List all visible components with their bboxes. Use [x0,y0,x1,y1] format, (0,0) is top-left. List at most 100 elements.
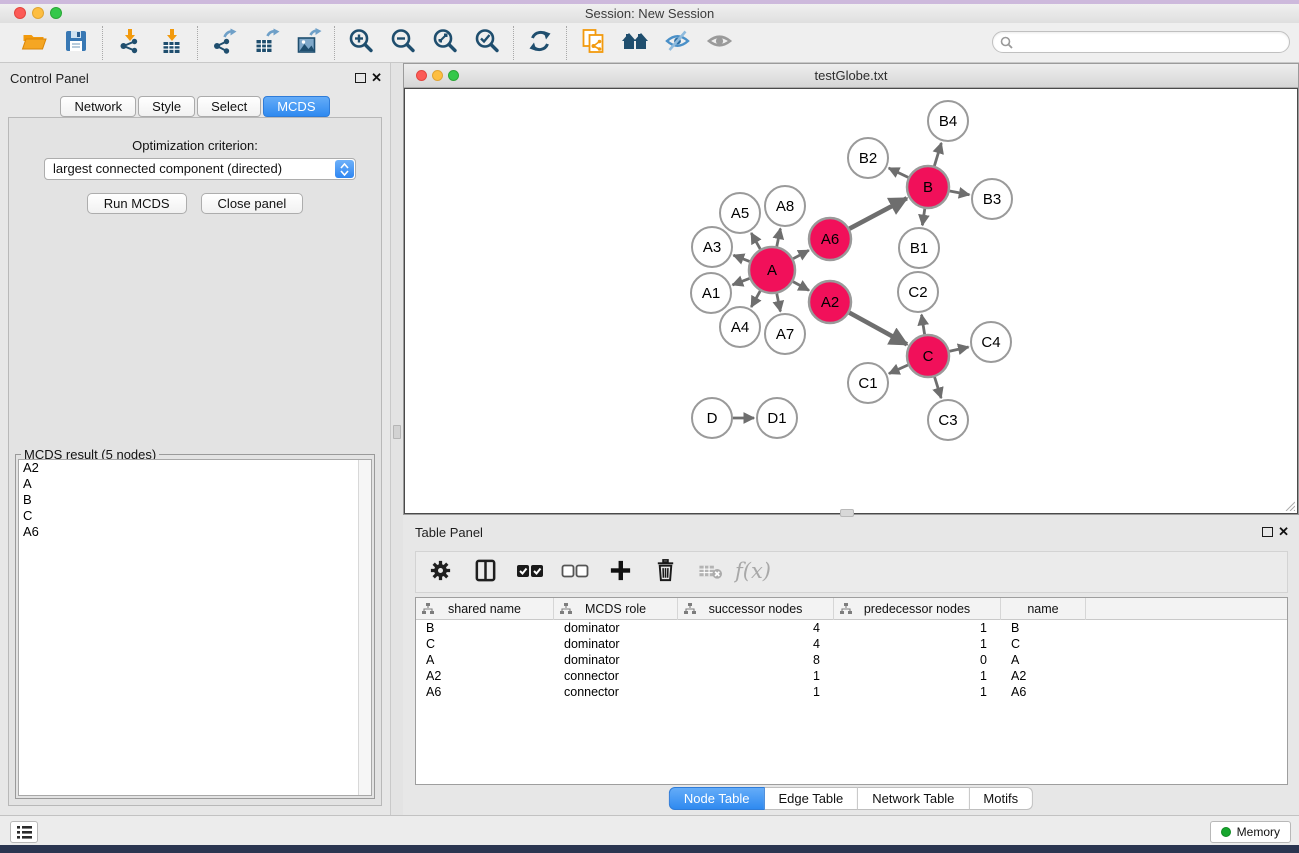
graph-node-A6[interactable]: A6 [809,218,851,260]
cell-shared-name[interactable]: A [416,652,554,668]
graph-node-C1[interactable]: C1 [848,363,888,403]
close-table-panel-icon[interactable]: ✕ [1278,527,1289,537]
zoom-out-button[interactable] [385,26,421,60]
cell-predecessor-nodes[interactable]: 0 [834,652,1001,668]
tab-network-table[interactable]: Network Table [858,787,969,810]
graph-node-A8[interactable]: A8 [765,186,805,226]
close-panel-icon[interactable]: ✕ [371,73,382,83]
memory-button[interactable]: Memory [1210,821,1291,843]
graph-node-D[interactable]: D [692,398,732,438]
graph-node-A2[interactable]: A2 [809,281,851,323]
cell-MCDS-role[interactable]: dominator [554,620,678,636]
graph-node-C2[interactable]: C2 [898,272,938,312]
graph-node-C3[interactable]: C3 [928,400,968,440]
zoom-in-button[interactable] [343,26,379,60]
cell-shared-name[interactable]: C [416,636,554,652]
result-item-A[interactable]: A [19,476,371,492]
graph-node-A5[interactable]: A5 [720,193,760,233]
column-header-predecessor-nodes[interactable]: predecessor nodes [834,598,1001,620]
document-network-button[interactable] [575,26,611,60]
column-header-shared-name[interactable]: shared name [416,598,554,620]
edge-A2-C[interactable] [849,313,907,345]
refresh-button[interactable] [522,26,558,60]
cell-predecessor-nodes[interactable]: 1 [834,636,1001,652]
cell-predecessor-nodes[interactable]: 1 [834,620,1001,636]
float-panel-icon[interactable] [355,73,366,83]
run-mcds-button[interactable]: Run MCDS [87,193,187,214]
result-scrollbar[interactable] [358,460,371,795]
graph-node-C4[interactable]: C4 [971,322,1011,362]
table-row[interactable]: Bdominator41B [416,620,1287,636]
cell-successor-nodes[interactable]: 1 [678,668,834,684]
cell-predecessor-nodes[interactable]: 1 [834,668,1001,684]
tab-select[interactable]: Select [197,96,261,117]
edge-A-A6[interactable] [793,250,809,258]
tab-network[interactable]: Network [60,96,136,117]
edge-B-B1[interactable] [922,209,924,225]
edge-C-C1[interactable] [889,365,908,374]
edge-A-A1[interactable] [733,278,750,284]
cell-shared-name[interactable]: A6 [416,684,554,700]
graph-node-C[interactable]: C [907,335,949,377]
edge-A-A7[interactable] [777,294,781,312]
edge-B-B2[interactable] [889,168,908,177]
select-all-button[interactable] [516,557,544,587]
edge-A-A5[interactable] [751,233,760,249]
zoom-selected-button[interactable] [469,26,505,60]
open-folder-button[interactable] [16,26,52,60]
cell-name[interactable]: C [1001,636,1086,652]
minimize-window-icon[interactable] [32,7,44,19]
edge-B-B4[interactable] [934,143,941,166]
graph-node-B4[interactable]: B4 [928,101,968,141]
cell-successor-nodes[interactable]: 4 [678,636,834,652]
table-row[interactable]: Adominator80A [416,652,1287,668]
cell-shared-name[interactable]: A2 [416,668,554,684]
graph-node-D1[interactable]: D1 [757,398,797,438]
delete-row-button[interactable] [651,557,679,587]
result-item-A2[interactable]: A2 [19,460,371,476]
column-header-MCDS-role[interactable]: MCDS role [554,598,678,620]
cell-name[interactable]: A6 [1001,684,1086,700]
graph-node-A7[interactable]: A7 [765,314,805,354]
tab-style[interactable]: Style [138,96,195,117]
tab-motifs[interactable]: Motifs [969,787,1033,810]
panel-list-button[interactable] [10,821,38,843]
search-input[interactable] [1017,33,1282,51]
edge-A6-B[interactable] [849,198,906,228]
edge-B-B3[interactable] [950,191,970,195]
graph-node-B2[interactable]: B2 [848,138,888,178]
export-network-button[interactable] [206,26,242,60]
resize-grip-icon[interactable] [1282,498,1295,511]
graph-node-A1[interactable]: A1 [691,273,731,313]
cell-MCDS-role[interactable]: connector [554,684,678,700]
tab-edge-table[interactable]: Edge Table [764,787,858,810]
graph-node-A4[interactable]: A4 [720,307,760,347]
cell-MCDS-role[interactable]: connector [554,668,678,684]
horizontal-splitter-grip[interactable] [840,509,854,517]
edge-A-A4[interactable] [751,291,760,307]
cell-shared-name[interactable]: B [416,620,554,636]
zoom-network-icon[interactable] [448,70,459,81]
cell-predecessor-nodes[interactable]: 1 [834,684,1001,700]
criterion-select[interactable]: largest connected component (directed) [44,158,356,180]
cell-name[interactable]: B [1001,620,1086,636]
cell-MCDS-role[interactable]: dominator [554,652,678,668]
result-item-B[interactable]: B [19,492,371,508]
splitter-grip[interactable] [393,425,401,439]
add-row-button[interactable] [606,557,634,587]
houses-button[interactable] [617,26,653,60]
vertical-splitter[interactable] [390,63,403,815]
network-canvas[interactable]: B4B2BB3B1A5A8A6A3AA1A2C2A4A7C4CC1C3DD1 [404,88,1298,514]
export-image-button[interactable] [290,26,326,60]
cell-successor-nodes[interactable]: 8 [678,652,834,668]
graph-node-B1[interactable]: B1 [899,228,939,268]
graph-node-A[interactable]: A [749,247,795,293]
close-panel-button[interactable]: Close panel [201,193,304,214]
zoom-fit-button[interactable] [427,26,463,60]
edge-A-A3[interactable] [733,255,749,261]
table-row[interactable]: A6connector11A6 [416,684,1287,700]
column-header-successor-nodes[interactable]: successor nodes [678,598,834,620]
column-header-name[interactable]: name [1001,598,1086,620]
show-eye-button[interactable] [701,26,737,60]
import-table-button[interactable] [153,26,189,60]
